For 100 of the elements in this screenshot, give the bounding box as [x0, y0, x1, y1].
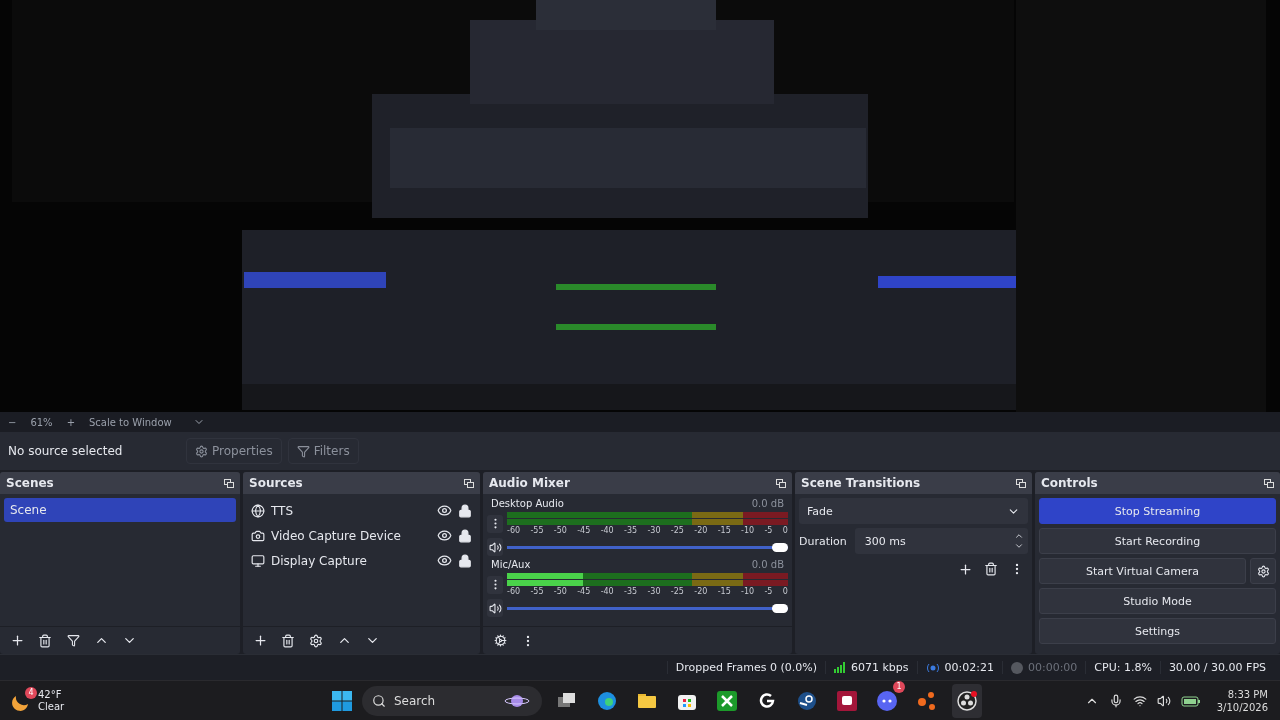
eye-icon[interactable] [437, 528, 452, 543]
dock-title: Sources [249, 476, 303, 490]
scale-label: -60 [507, 526, 521, 535]
source-name[interactable]: Display Capture [271, 553, 431, 568]
speaker-icon[interactable] [487, 599, 503, 617]
volume-reading: 0.0 dB [751, 498, 784, 509]
chat-app-icon[interactable] [876, 689, 898, 712]
obs-icon[interactable] [956, 689, 978, 712]
dock-title: Scenes [6, 476, 54, 490]
fps: 30.00 / 30.00 FPS [1168, 661, 1266, 674]
control-button[interactable]: Start Recording [1039, 528, 1276, 554]
streaming-icon [925, 662, 940, 673]
control-button[interactable]: Start Virtual Camera [1039, 558, 1246, 584]
control-button[interactable]: Studio Mode [1039, 588, 1276, 614]
volume-slider[interactable] [507, 602, 788, 614]
notification-badge: 4 [25, 686, 37, 699]
speaker-icon[interactable] [487, 538, 503, 556]
volume-reading: 0.0 dB [751, 559, 784, 570]
cpu-usage: CPU: 1.8% [1094, 661, 1152, 674]
duration-field[interactable]: 300 ms [854, 528, 1028, 554]
steam-icon[interactable] [797, 690, 817, 711]
scale-label: -50 [553, 587, 567, 596]
gear-icon [195, 444, 208, 458]
zoom-out-button[interactable]: − [8, 416, 17, 428]
xbox-icon[interactable] [717, 690, 737, 711]
eye-icon[interactable] [437, 553, 452, 568]
scale-label: -15 [717, 587, 731, 596]
undock-icon[interactable] [464, 478, 474, 488]
scale-label: 0 [782, 587, 788, 596]
notification-badge: 1 [893, 680, 905, 693]
lock-icon[interactable] [458, 503, 472, 518]
signal-icon [834, 662, 846, 673]
undock-icon[interactable] [1016, 478, 1026, 488]
search-icon [372, 693, 386, 708]
zoom-in-button[interactable]: + [66, 416, 75, 428]
scale-label: -5 [764, 526, 773, 535]
scale-label: -25 [670, 587, 684, 596]
filter-icon [296, 444, 310, 458]
dock-title: Scene Transitions [801, 476, 921, 490]
settings-button[interactable] [1250, 558, 1276, 584]
scale-label: 0 [782, 526, 788, 535]
more-icon[interactable] [487, 514, 503, 533]
browser-icon[interactable] [597, 690, 617, 711]
dock-title: Audio Mixer [489, 476, 570, 490]
camera-icon [251, 528, 265, 543]
scale-label: -35 [624, 526, 638, 535]
lock-icon[interactable] [458, 528, 472, 543]
temperature: 42°F [38, 688, 63, 701]
scale-label: -40 [600, 587, 614, 596]
scale-label: -60 [507, 587, 521, 596]
eye-icon[interactable] [437, 503, 452, 518]
search-field[interactable]: Search [362, 685, 542, 716]
more-icon[interactable] [487, 575, 503, 594]
windows-logo-icon[interactable] [332, 690, 352, 711]
transition-dropdown[interactable]: Fade [799, 498, 1028, 524]
windows-icon[interactable] [557, 691, 577, 710]
scale-mode-dropdown[interactable]: Scale to Window [89, 416, 179, 428]
scale-label: -55 [530, 587, 544, 596]
scale-label: -55 [530, 526, 544, 535]
increment-icon[interactable] [1014, 531, 1024, 541]
undock-icon[interactable] [776, 478, 786, 488]
scale-label: -10 [741, 526, 755, 535]
undock-icon[interactable] [224, 478, 234, 488]
source-name[interactable]: TTS [271, 503, 431, 518]
nodes-icon[interactable] [916, 689, 938, 712]
scale-label: -35 [624, 587, 638, 596]
volume-slider[interactable] [507, 541, 788, 553]
weather-condition: Clear [38, 700, 65, 713]
app-icon[interactable] [837, 690, 857, 711]
wifi-icon[interactable] [1132, 693, 1147, 708]
microphone-icon[interactable] [1108, 693, 1123, 708]
dock-title: Controls [1041, 476, 1098, 490]
scale-label: -30 [647, 587, 661, 596]
battery-icon[interactable] [1180, 694, 1201, 707]
control-button[interactable]: Stop Streaming [1039, 498, 1276, 524]
scale-label: -25 [670, 526, 684, 535]
scale-label: -40 [600, 526, 614, 535]
bitrate: 6071 kbps [851, 661, 909, 674]
speaker-icon[interactable] [1156, 693, 1171, 708]
scale-label: -45 [577, 587, 591, 596]
source-name[interactable]: Video Capture Device [271, 528, 431, 543]
filters-button[interactable]: Filters [287, 438, 359, 464]
monitor-icon [251, 553, 265, 568]
clock-date: 3/10/2026 [1216, 700, 1268, 714]
properties-button[interactable]: Properties [186, 438, 282, 464]
control-button[interactable]: Settings [1039, 618, 1276, 644]
scene-item[interactable]: Scene [4, 498, 236, 522]
channel-name: Mic/Aux [491, 559, 531, 570]
lock-icon[interactable] [458, 553, 472, 568]
scale-label: -50 [553, 526, 567, 535]
g-logo-icon[interactable] [757, 690, 777, 711]
scale-label: -5 [764, 587, 773, 596]
scale-label: -10 [741, 587, 755, 596]
scale-label: -45 [577, 526, 591, 535]
record-time: 00:00:00 [1027, 661, 1078, 674]
context-message: No source selected [8, 444, 124, 458]
folder-icon[interactable] [637, 692, 657, 709]
undock-icon[interactable] [1264, 478, 1274, 488]
decrement-icon[interactable] [1014, 541, 1024, 551]
scale-label: -30 [647, 526, 661, 535]
